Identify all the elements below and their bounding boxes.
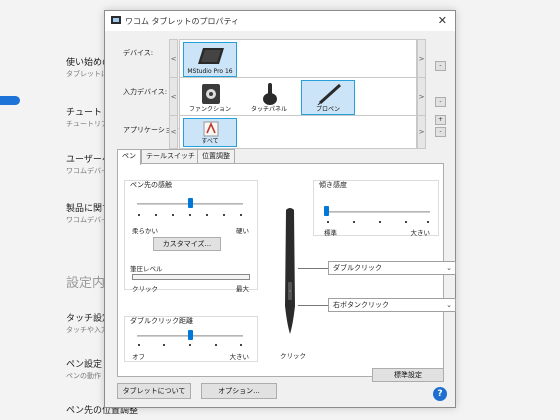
application-strip: すべて xyxy=(179,115,417,149)
tilt-sensitivity-group: 傾き感度 標準 大きい xyxy=(313,180,439,237)
tip-feel-slider[interactable] xyxy=(188,198,193,208)
input-tile-functions[interactable]: ファンクション xyxy=(183,80,237,115)
upper-button-leader xyxy=(298,268,328,269)
input-device-strip: ファンクション タッチパネル プロペン xyxy=(179,77,417,117)
tick xyxy=(240,344,242,346)
pen-icon xyxy=(317,83,342,105)
upper-button-value: ダブルクリック xyxy=(333,264,382,272)
input-scroll-left-button[interactable]: < xyxy=(169,77,178,117)
tilt-sensitivity-slider[interactable] xyxy=(324,206,329,216)
lower-button-dropdown[interactable]: 右ボタンクリック ⌄ xyxy=(328,298,456,312)
nav-indicator xyxy=(0,96,20,105)
tick xyxy=(327,221,329,223)
double-click-distance-group: ダブルクリック距離 オフ 大きい xyxy=(124,316,258,362)
tick xyxy=(240,214,242,216)
input-tile-label: タッチパネル xyxy=(250,106,287,113)
app-scroll-left-button[interactable]: < xyxy=(169,115,178,149)
device-strip: MStudio Pro 16 xyxy=(179,39,417,79)
app-tile-label: すべて xyxy=(201,138,219,145)
remove-input-button[interactable]: - xyxy=(435,97,446,107)
bg-section-title: 設定内 xyxy=(66,276,106,291)
tick xyxy=(189,344,191,346)
double-click-distance-slider[interactable] xyxy=(188,330,193,340)
wacom-properties-dialog: ワコム タブレットのプロパティ ✕ デバイス: < MStudio Pro 16… xyxy=(104,10,456,408)
double-click-off-label: オフ xyxy=(132,353,145,361)
tick xyxy=(163,344,165,346)
tick xyxy=(155,214,157,216)
about-tablet-button[interactable]: タブレットについて xyxy=(117,383,191,399)
tip-feel-firm-label: 硬い xyxy=(236,227,249,235)
tick xyxy=(189,214,191,216)
tick xyxy=(405,221,407,223)
input-scroll-right-button[interactable]: > xyxy=(417,77,426,117)
device-tile-label: MStudio Pro 16 xyxy=(187,68,233,75)
chevron-down-icon: ⌄ xyxy=(446,264,452,272)
bg-item-pen[interactable]: ペン設定 ペンの動作 xyxy=(66,360,102,382)
pen-tip-label: クリック xyxy=(280,352,306,360)
tick xyxy=(353,221,355,223)
tick xyxy=(206,214,208,216)
tab-tail-switch[interactable]: テールスイッチ xyxy=(141,149,200,164)
lower-button-leader xyxy=(298,305,328,306)
customize-button[interactable]: カスタマイズ... xyxy=(153,237,221,251)
wacom-app-icon xyxy=(111,16,121,24)
all-apps-icon xyxy=(203,121,219,137)
options-button[interactable]: オプション... xyxy=(201,383,277,399)
tick xyxy=(172,214,174,216)
tip-feel-label: ペン先の感触 xyxy=(130,181,172,189)
input-tile-touch[interactable]: タッチパネル xyxy=(242,80,296,115)
tab-pen[interactable]: ペン xyxy=(117,149,141,165)
tick xyxy=(379,221,381,223)
tilt-standard-label: 標準 xyxy=(324,229,337,237)
pressure-level-bar xyxy=(132,274,250,280)
device-scroll-right-button[interactable]: > xyxy=(417,39,426,79)
upper-button-dropdown[interactable]: ダブルクリック ⌄ xyxy=(328,261,456,275)
device-label: デバイス: xyxy=(123,49,154,57)
bg-item-title: ペン設定 xyxy=(66,360,103,370)
pressure-click-label: クリック xyxy=(132,285,158,293)
input-tile-pro-pen[interactable]: プロペン xyxy=(301,80,355,115)
add-application-button[interactable]: + xyxy=(435,115,446,125)
touch-hand-icon xyxy=(263,83,277,105)
pen-settings-panel: ペン先の感触 柔らかい 硬い カスタマイズ... 筆圧レベル クリック 最大 ダ… xyxy=(117,163,456,382)
input-tile-label: プロペン xyxy=(315,106,340,113)
tilt-large-label: 大きい xyxy=(410,229,431,237)
pressure-level-label: 筆圧レベル xyxy=(130,265,163,273)
tick xyxy=(427,221,429,223)
input-device-label: 入力デバイス: xyxy=(123,88,168,96)
help-icon[interactable]: ? xyxy=(433,387,447,401)
pressure-max-label: 最大 xyxy=(236,285,249,293)
tilt-sensitivity-label: 傾き感度 xyxy=(319,181,347,189)
express-keys-icon xyxy=(202,84,220,104)
device-tile-mstudio[interactable]: MStudio Pro 16 xyxy=(183,42,237,77)
bg-item-sub: ペンの動作 xyxy=(66,372,101,380)
remove-device-button[interactable]: - xyxy=(435,61,446,71)
tablet-icon xyxy=(198,48,224,64)
chevron-down-icon: ⌄ xyxy=(446,301,452,309)
tick xyxy=(215,344,217,346)
device-scroll-left-button[interactable]: < xyxy=(169,39,178,79)
remove-application-button[interactable]: - xyxy=(435,127,446,137)
pen-illustration-icon xyxy=(285,208,295,334)
double-click-large-label: 大きい xyxy=(229,353,250,361)
lower-button-value: 右ボタンクリック xyxy=(333,301,389,309)
tick xyxy=(223,214,225,216)
tilt-track xyxy=(326,211,430,213)
double-click-distance-label: ダブルクリック距離 xyxy=(130,317,193,325)
input-tile-label: ファンクション xyxy=(188,106,231,113)
tip-feel-group: ペン先の感触 柔らかい 硬い カスタマイズ... 筆圧レベル クリック 最大 xyxy=(124,180,258,293)
close-icon[interactable]: ✕ xyxy=(438,14,447,27)
tab-calibration[interactable]: 位置調整 xyxy=(197,149,235,164)
tick xyxy=(138,214,140,216)
dialog-title: ワコム タブレットのプロパティ xyxy=(125,17,240,26)
title-bar[interactable]: ワコム タブレットのプロパティ ✕ xyxy=(105,11,455,31)
default-button[interactable]: 標準設定 xyxy=(372,368,444,382)
tip-feel-soft-label: 柔らかい xyxy=(132,227,158,235)
app-tile-all[interactable]: すべて xyxy=(183,118,237,147)
app-scroll-right-button[interactable]: > xyxy=(417,115,426,149)
tick xyxy=(138,344,140,346)
